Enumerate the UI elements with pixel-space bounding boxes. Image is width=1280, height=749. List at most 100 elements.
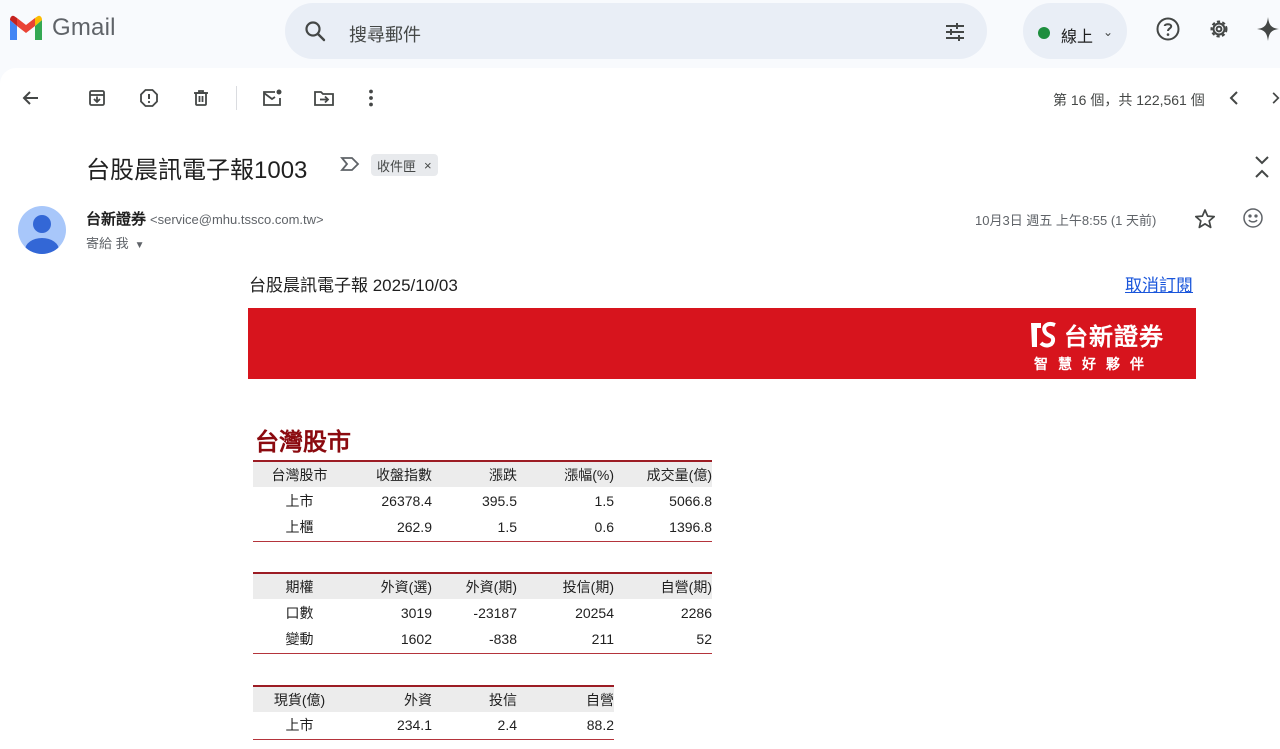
gmail-m-icon: [10, 15, 42, 40]
table-header-row: 台灣股市 收盤指數 漲跌 漲幅(%) 成交量(億): [253, 461, 712, 487]
newsletter-title: 台股晨訊電子報 2025/10/03: [249, 276, 458, 295]
archive-icon[interactable]: [85, 86, 109, 110]
table-cell: 0.6: [594, 519, 614, 536]
email-view-panel: 第 16 個，共 122,561 個 台股晨訊電子報1003 收件匣 × 台新證…: [0, 68, 1280, 749]
table-cell: 1.5: [594, 492, 614, 509]
table-cell: 2286: [680, 604, 712, 621]
remove-label-icon[interactable]: ×: [424, 158, 432, 173]
table-cell: 88.2: [586, 717, 614, 734]
status-label: 線上: [1061, 29, 1094, 46]
gmail-logo[interactable]: Gmail: [8, 14, 116, 42]
table-header: 投信: [432, 686, 517, 712]
importance-marker-icon[interactable]: [340, 156, 360, 177]
sender-email: <service@mhu.tssco.com.tw>: [150, 212, 324, 227]
options-futures-table: 期權 外資(選) 外資(期) 投信(期) 自營(期) 口數 3019 -2318…: [253, 572, 712, 654]
sender-avatar[interactable]: [18, 206, 66, 254]
table-cell: 5066.8: [669, 492, 712, 509]
delete-icon[interactable]: [189, 86, 213, 110]
app-name: Gmail: [52, 14, 116, 41]
table-header: 台灣股市: [253, 461, 346, 487]
table-header-row: 現貨(億) 外資 投信 自營: [253, 686, 614, 712]
table-cell: 1.5: [497, 519, 517, 536]
email-subject: 台股晨訊電子報1003: [86, 157, 308, 184]
table-row: 口數 3019 -23187 20254 2286: [253, 599, 713, 626]
table-cell: 上櫃: [285, 519, 314, 536]
status-selector[interactable]: 線上 ⌄: [1023, 3, 1127, 59]
move-to-icon[interactable]: [312, 86, 336, 110]
pager-text: 第 16 個，共 122,561 個: [1053, 92, 1205, 108]
table-header: 漲跌: [432, 461, 517, 487]
search-options-icon[interactable]: [943, 20, 967, 49]
table-cell: 395.5: [481, 492, 517, 509]
table-cell: 變動: [285, 631, 314, 648]
table-cell: 1602: [400, 631, 432, 648]
search-bar[interactable]: 搜尋郵件: [285, 3, 987, 59]
email-date: 10月3日 週五 上午8:55 (1 天前): [975, 213, 1157, 228]
gemini-sparkle-icon[interactable]: [1256, 16, 1280, 47]
table-cell: 上市: [285, 492, 314, 509]
table-cell: 20254: [575, 604, 614, 621]
brand-tagline: 智慧好夥伴: [1034, 356, 1154, 372]
settings-icon[interactable]: [1206, 16, 1232, 47]
collapse-all-icon[interactable]: [1252, 154, 1272, 185]
table-row: 上市 234.1 2.4 88.2: [253, 712, 614, 739]
newsletter-banner: 台新證券 智慧好夥伴: [248, 308, 1196, 379]
table-header: 自營(期): [614, 573, 712, 599]
table-header: 現貨(億): [253, 686, 346, 712]
back-arrow-icon[interactable]: [19, 86, 43, 110]
table-cell: 234.1: [396, 717, 432, 734]
unsubscribe-link[interactable]: 取消訂閱: [1125, 271, 1193, 296]
recipient-text: 寄給 我: [86, 236, 129, 251]
more-options-icon[interactable]: [359, 86, 383, 110]
search-input[interactable]: 搜尋郵件: [349, 21, 421, 47]
table-header: 外資: [346, 686, 432, 712]
table-header-row: 期權 外資(選) 外資(期) 投信(期) 自營(期): [253, 573, 712, 599]
sender-name[interactable]: 台新證券: [86, 211, 146, 228]
top-bar: Gmail 搜尋郵件 線上 ⌄: [0, 0, 1280, 64]
table-cell: -23187: [473, 604, 517, 621]
section-title: 台灣股市: [255, 429, 351, 456]
market-index-table: 台灣股市 收盤指數 漲跌 漲幅(%) 成交量(億) 上市 26378.4 395…: [253, 460, 712, 542]
table-row: 上市 26378.4 395.5 1.5 5066.8: [253, 487, 713, 514]
table-header: 收盤指數: [346, 461, 432, 487]
label-chip-inbox[interactable]: 收件匣 ×: [371, 154, 438, 176]
chevron-down-icon: ⌄: [1103, 25, 1114, 39]
star-icon[interactable]: [1194, 208, 1216, 235]
table-row: 變動 1602 -838 211 52: [253, 626, 712, 653]
table-header: 漲幅(%): [517, 461, 614, 487]
table-row: 上櫃 262.9 1.5 0.6 1396.8: [253, 514, 712, 541]
search-icon[interactable]: [303, 19, 327, 48]
label-chip-text: 收件匣: [377, 158, 417, 174]
taishin-logo-icon: [1031, 321, 1056, 347]
sender-line: 台新證券 <service@mhu.tssco.com.tw>: [86, 208, 324, 229]
table-header: 成交量(億): [614, 461, 712, 487]
table-header: 投信(期): [517, 573, 614, 599]
mark-unread-icon[interactable]: [260, 86, 284, 110]
table-cell: -838: [488, 631, 517, 648]
next-email-icon[interactable]: [1268, 86, 1280, 110]
caret-down-icon[interactable]: ▼: [135, 240, 145, 251]
table-cell: 上市: [285, 717, 314, 734]
table-cell: 52: [696, 631, 712, 648]
table-cell: 262.9: [396, 519, 432, 536]
help-icon[interactable]: [1155, 16, 1181, 47]
status-dot: [1038, 27, 1050, 39]
table-header: 自營: [517, 686, 614, 712]
table-header: 外資(選): [346, 573, 432, 599]
table-cell: 口數: [285, 604, 314, 621]
recipient-details[interactable]: 寄給 我 ▼: [86, 233, 145, 252]
brand-logo: 台新證券 智慧好夥伴: [1028, 317, 1164, 374]
table-header: 外資(期): [432, 573, 517, 599]
table-header: 期權: [253, 573, 346, 599]
table-cell: 3019: [400, 604, 432, 621]
toolbar-divider: [236, 86, 237, 110]
report-spam-icon[interactable]: [137, 86, 161, 110]
brand-name: 台新證券: [1064, 324, 1164, 351]
table-cell: 26378.4: [381, 492, 432, 509]
table-cell: 211: [591, 631, 614, 648]
previous-email-icon[interactable]: [1222, 86, 1246, 110]
add-reaction-icon[interactable]: [1242, 207, 1264, 234]
table-cell: 1396.8: [669, 519, 712, 536]
spot-trading-table: 現貨(億) 外資 投信 自營 上市 234.1 2.4 88.2: [253, 685, 614, 740]
table-cell: 2.4: [497, 717, 517, 734]
